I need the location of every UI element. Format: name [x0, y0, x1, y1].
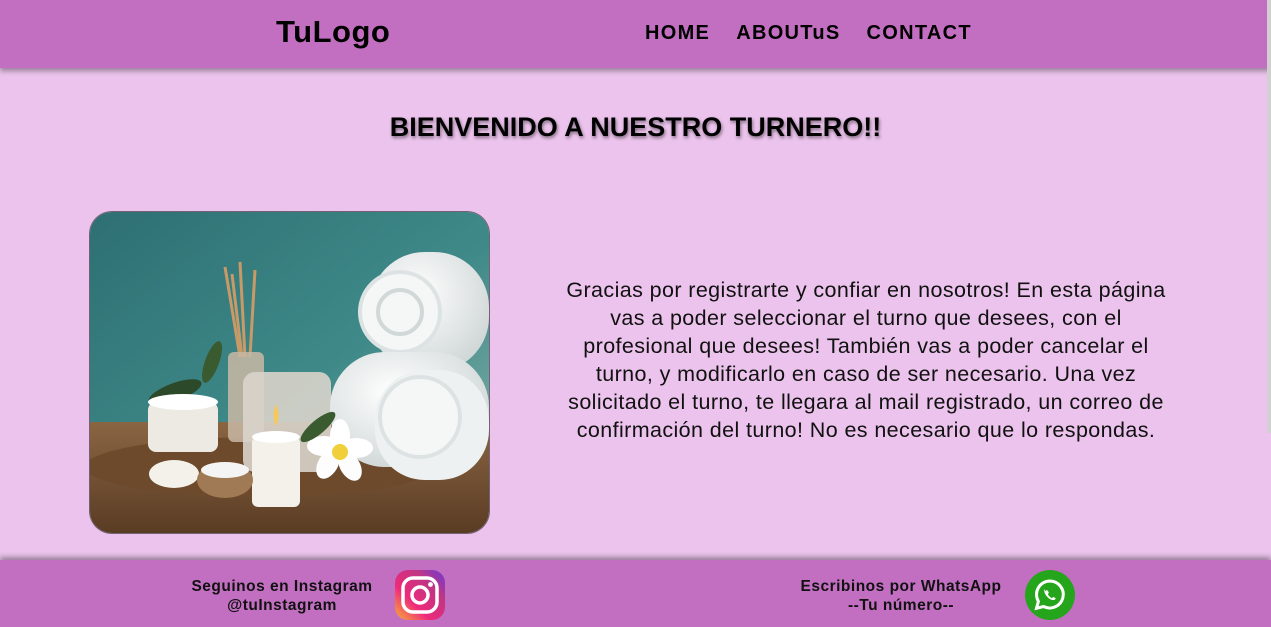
nav-about-link[interactable]: ABOUTuS	[736, 22, 840, 45]
site-logo[interactable]: TuLogo	[276, 14, 390, 50]
nav-contact-link[interactable]: CONTACT	[866, 22, 971, 45]
top-navbar: TuLogo HOME ABOUTuS CONTACT	[0, 0, 1271, 68]
main-nav: HOME ABOUTuS CONTACT	[645, 22, 972, 45]
spa-photo	[90, 212, 489, 533]
whatsapp-label: Escribinos por WhatsApp	[800, 578, 1002, 595]
instagram-handle: @tuInstagram	[227, 597, 337, 614]
welcome-message: Gracias por registrarte y confiar en nos…	[566, 278, 1166, 442]
instagram-icon[interactable]	[395, 570, 445, 620]
whatsapp-number: --Tu número--	[847, 597, 955, 614]
instagram-contact-text: Seguinos en Instagram @tuInstagram	[188, 577, 376, 615]
footer-bar: Seguinos en Instagram @tuInstagram Escri…	[0, 560, 1271, 627]
whatsapp-contact-text: Escribinos por WhatsApp --Tu número--	[797, 577, 1005, 615]
welcome-heading: BIENVENIDO A NUESTRO TURNERO!!	[389, 112, 882, 142]
page-scrollbar[interactable]	[1267, 0, 1271, 433]
whatsapp-icon[interactable]	[1025, 570, 1075, 620]
nav-home-link[interactable]: HOME	[645, 22, 710, 45]
instagram-label: Seguinos en Instagram	[191, 578, 373, 595]
